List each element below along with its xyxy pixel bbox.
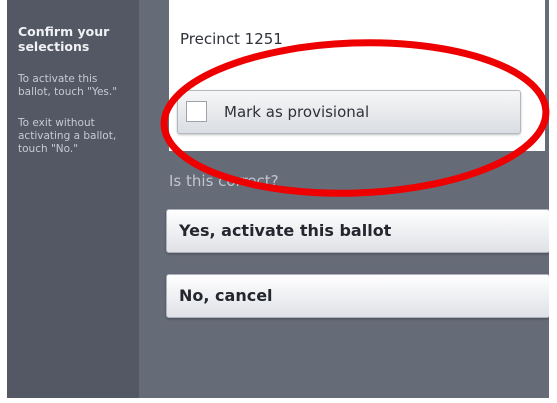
mark-provisional-button[interactable]: Mark as provisional: [177, 90, 521, 134]
precinct-label: Precinct 1251: [180, 30, 283, 48]
yes-activate-button[interactable]: Yes, activate this ballot: [166, 209, 549, 253]
activate-instruction: To activate this ballot, touch "Yes.": [18, 73, 118, 98]
exit-instruction: To exit without activating a ballot, tou…: [18, 117, 117, 155]
instructions-sidebar: Confirm your selections To activate this…: [7, 0, 139, 398]
no-button-label: No, cancel: [179, 286, 273, 305]
provisional-label: Mark as provisional: [224, 103, 370, 121]
provisional-checkbox[interactable]: [186, 101, 207, 122]
sidebar-title: Confirm your selections: [18, 24, 110, 54]
no-cancel-button[interactable]: No, cancel: [166, 274, 549, 318]
confirm-question: Is this correct?: [169, 172, 279, 190]
ballot-info-card: Precinct 1251 Mark as provisional: [169, 0, 545, 151]
ballot-activation-screen: Confirm your selections To activate this…: [7, 0, 549, 398]
yes-button-label: Yes, activate this ballot: [179, 221, 392, 240]
main-panel: Precinct 1251 Mark as provisional Is thi…: [139, 0, 549, 398]
